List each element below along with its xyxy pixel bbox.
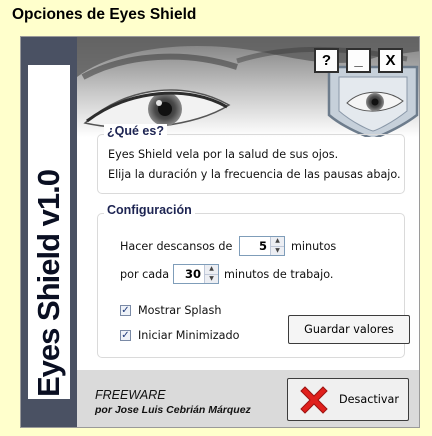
save-button[interactable]: Guardar valores: [288, 315, 410, 344]
close-button[interactable]: X: [378, 48, 403, 73]
show-splash-checkbox[interactable]: ✓: [120, 305, 131, 316]
footer: FREEWARE por Jose Luis Cebrián Márquez D…: [77, 370, 419, 427]
break-duration-stepper[interactable]: 5 ▲ ▼: [239, 236, 285, 256]
config-group: Configuración Hacer descansos de 5 ▲ ▼ m…: [97, 203, 410, 358]
deactivate-label: Desactivar: [339, 393, 399, 406]
about-group: ¿Qué es? Eyes Shield vela por la salud d…: [97, 124, 405, 194]
frequency-unit: minutos de trabajo.: [224, 268, 334, 281]
check-icon: ✓: [121, 305, 130, 316]
break-duration-value[interactable]: 5: [240, 237, 270, 255]
author-label: por Jose Luis Cebrián Márquez: [95, 404, 251, 416]
help-button[interactable]: ?: [314, 48, 339, 73]
deactivate-button[interactable]: Desactivar: [287, 378, 409, 421]
minimize-button[interactable]: _: [346, 48, 371, 73]
frequency-label: por cada: [120, 268, 170, 281]
brand-sidebar: Eyes Shield v1.0: [21, 37, 77, 427]
break-duration-unit: minutos: [291, 240, 337, 253]
arrow-down-icon[interactable]: ▼: [205, 273, 218, 283]
check-icon: ✓: [121, 330, 130, 341]
start-minimized-label[interactable]: Iniciar Minimizado: [138, 329, 239, 342]
start-minimized-checkbox[interactable]: ✓: [120, 330, 131, 341]
main-panel: ? _ X ¿Qué es? Eyes Shield vela por la s…: [77, 37, 419, 427]
window-title: Opciones de Eyes Shield: [12, 6, 197, 23]
arrow-down-icon[interactable]: ▼: [271, 245, 284, 255]
frequency-stepper[interactable]: 30 ▲ ▼: [173, 264, 219, 284]
about-line-1: Eyes Shield vela por la salud de sus ojo…: [108, 148, 339, 161]
brand-label: Eyes Shield v1.0: [31, 170, 66, 397]
arrow-up-icon[interactable]: ▲: [271, 237, 284, 246]
license-label: FREEWARE: [95, 388, 166, 402]
break-duration-label: Hacer descansos de: [120, 240, 233, 253]
red-x-icon: [297, 383, 331, 417]
frequency-value[interactable]: 30: [174, 265, 204, 283]
about-heading: ¿Qué es?: [104, 124, 167, 138]
break-duration-arrows[interactable]: ▲ ▼: [270, 237, 284, 255]
about-line-2: Elija la duración y la frecuencia de las…: [108, 168, 401, 181]
config-heading: Configuración: [104, 203, 195, 217]
show-splash-label[interactable]: Mostrar Splash: [138, 304, 221, 317]
frequency-arrows[interactable]: ▲ ▼: [204, 265, 218, 283]
options-dialog: Eyes Shield v1.0 ? _ X ¿Qué es? Eyes Shi…: [20, 36, 420, 428]
arrow-up-icon[interactable]: ▲: [205, 265, 218, 274]
